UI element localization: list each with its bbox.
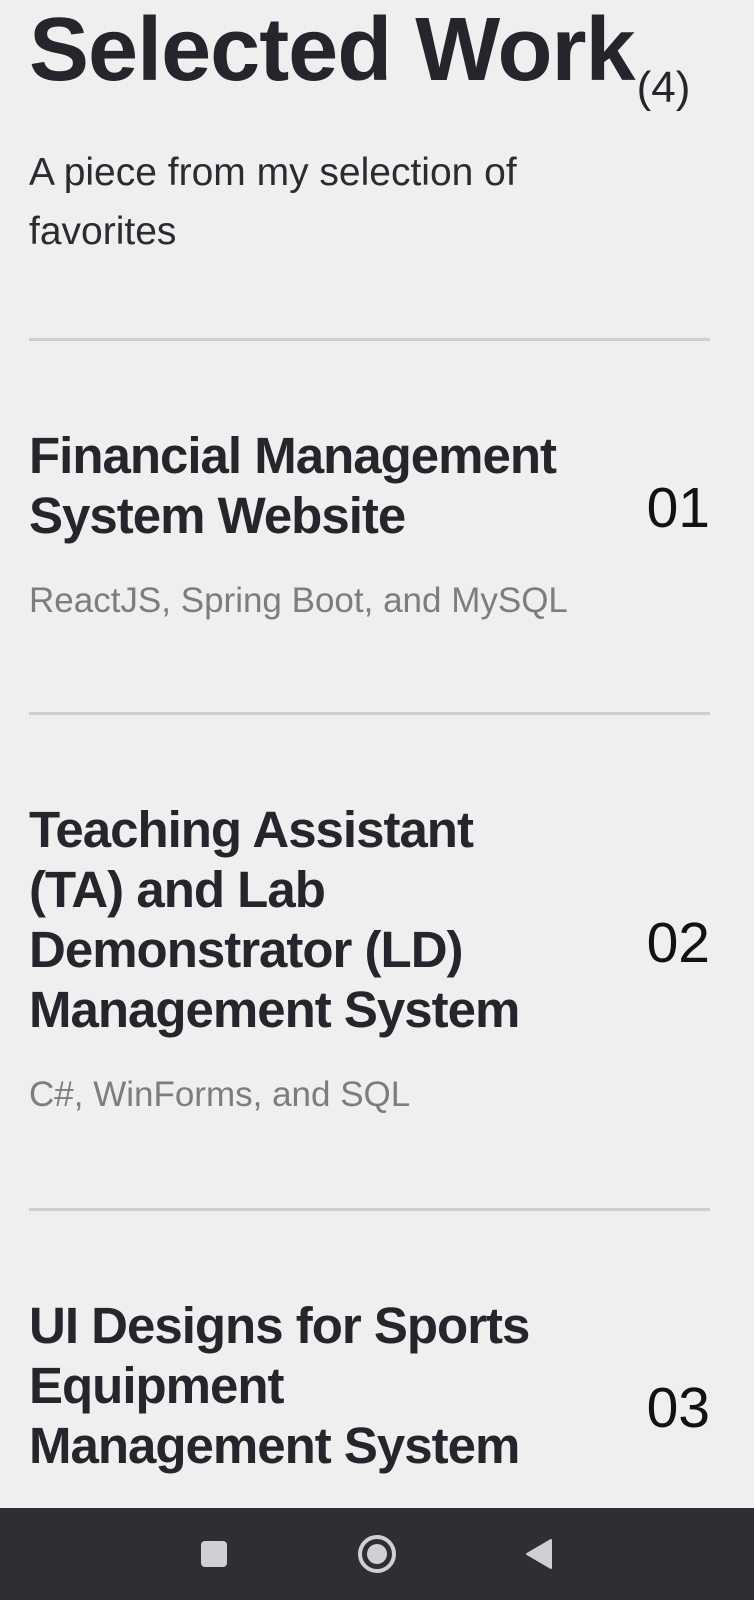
home-button[interactable] bbox=[343, 1520, 411, 1588]
back-button[interactable] bbox=[505, 1520, 573, 1588]
work-count: (4) bbox=[636, 63, 691, 112]
selected-work-section: Selected Work (4) A piece from my select… bbox=[0, 0, 754, 1508]
section-title: Selected Work bbox=[29, 0, 636, 100]
section-subtitle: A piece from my selection of favorites bbox=[29, 151, 517, 253]
project-tech-stack: C#, WinForms, and SQL bbox=[29, 1075, 411, 1114]
project-title[interactable]: UI Designs for Sports Equipment Manageme… bbox=[29, 1296, 549, 1476]
project-number: 01 bbox=[646, 476, 710, 540]
triangle-back-icon bbox=[526, 1539, 552, 1569]
square-recents-icon bbox=[201, 1541, 227, 1567]
divider bbox=[29, 712, 710, 715]
project-title[interactable]: Financial Management System Website bbox=[29, 426, 589, 546]
project-tech-stack: ReactJS, Spring Boot, and MySQL bbox=[29, 581, 568, 620]
project-number: 02 bbox=[646, 911, 710, 975]
android-navigation-bar bbox=[0, 1508, 754, 1600]
project-number: 03 bbox=[646, 1376, 710, 1440]
project-title[interactable]: Teaching Assistant (TA) and Lab Demonstr… bbox=[29, 800, 549, 1040]
project-item-sports-equipment-ui[interactable]: UI Designs for Sports Equipment Manageme… bbox=[29, 1296, 710, 1508]
divider bbox=[29, 1208, 710, 1211]
project-item-financial-management[interactable]: Financial Management System Website Reac… bbox=[29, 426, 710, 626]
section-heading: Selected Work (4) bbox=[29, 0, 690, 110]
divider bbox=[29, 338, 710, 341]
circle-home-icon bbox=[358, 1535, 396, 1573]
recents-button[interactable] bbox=[180, 1520, 248, 1588]
project-item-ta-ld-management[interactable]: Teaching Assistant (TA) and Lab Demonstr… bbox=[29, 800, 710, 1120]
